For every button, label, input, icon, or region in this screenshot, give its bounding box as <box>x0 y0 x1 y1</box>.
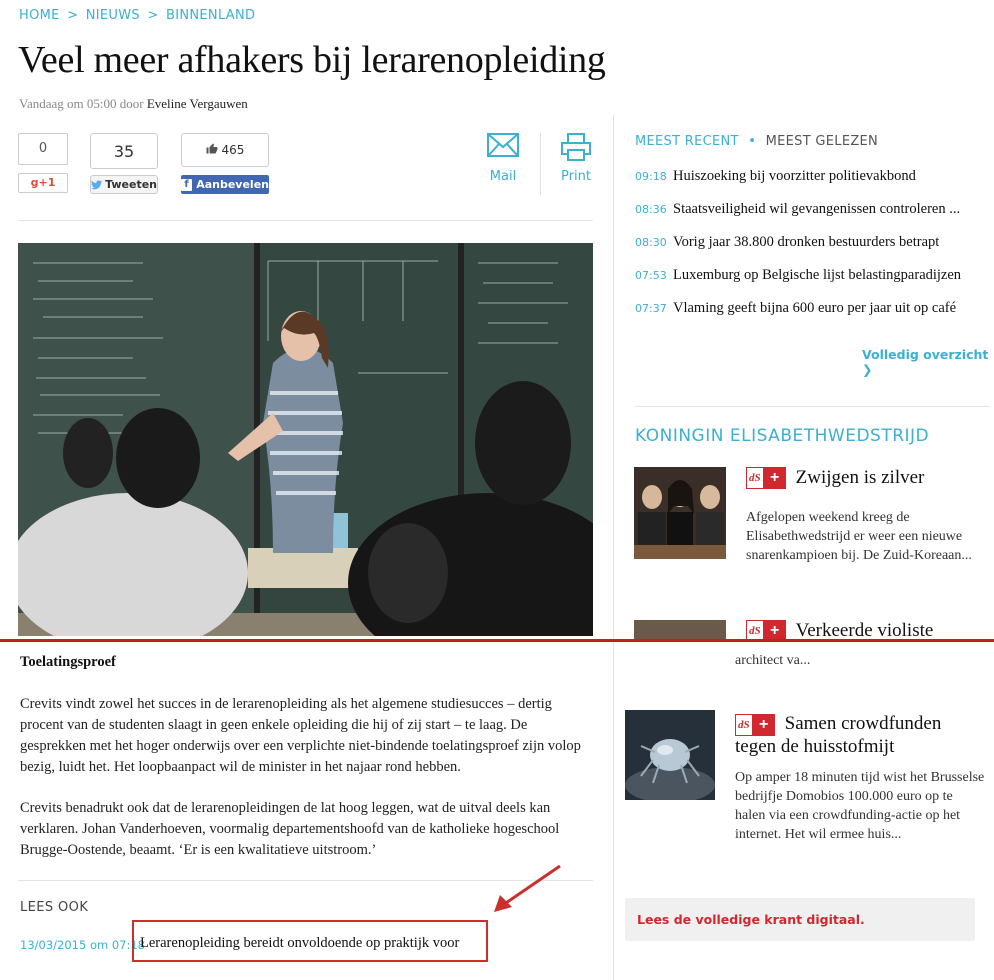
recent-time: 07:37 <box>635 302 667 315</box>
tab-meest-recent[interactable]: MEEST RECENT <box>635 134 739 149</box>
ds-logo: dS <box>746 620 764 639</box>
lees-ook-link[interactable]: Lerarenopleiding bereidt onvoldoende op … <box>132 920 488 962</box>
digital-newspaper-link[interactable]: Lees de volledige krant digitaal. <box>625 898 975 941</box>
tab-separator: • <box>748 134 757 149</box>
mail-button[interactable]: Mail <box>487 133 519 184</box>
share-divider-line <box>18 220 593 221</box>
list-item[interactable]: 09:18 Huiszoeking bij voorzitter politie… <box>635 168 990 201</box>
plus-icon: + <box>763 620 786 639</box>
card-thumbnail[interactable] <box>634 620 726 639</box>
full-overview-link[interactable]: Volledig overzicht ❯ <box>862 347 994 377</box>
mail-icon <box>487 133 519 157</box>
recent-title: Huiszoeking bij voorzitter politievakbon… <box>673 168 916 184</box>
sidebar-divider <box>635 406 990 407</box>
sidebar-tabs: MEEST RECENT • MEEST GELEZEN <box>635 134 878 149</box>
like-count: 465 <box>181 133 269 167</box>
tweet-widget: 35 Tweeten <box>90 133 158 194</box>
mail-label: Mail <box>489 169 517 184</box>
like-icon <box>206 143 218 154</box>
byline: Vandaag om 05:00 door Eveline Vergauwen <box>19 96 248 112</box>
card-text: architect va... <box>735 653 811 668</box>
column-divider <box>613 115 614 980</box>
tweet-count: 35 <box>90 133 158 169</box>
byline-author[interactable]: Eveline Vergauwen <box>147 96 248 111</box>
musicians-thumbnail <box>634 467 726 559</box>
list-item[interactable]: 08:30 Vorig jaar 38.800 dronken bestuurd… <box>635 234 990 267</box>
article-photo <box>18 243 593 636</box>
lees-ook-date: 13/03/2015 om 07:18 <box>20 938 145 952</box>
card-header[interactable]: dS + Zwijgen is zilver <box>746 467 924 489</box>
ds-logo: dS <box>735 714 753 737</box>
article-paragraph: Crevits benadrukt ook dat de lerarenople… <box>20 800 560 858</box>
recent-time: 08:30 <box>635 236 667 249</box>
print-icon <box>561 133 591 161</box>
card-title: Zwijgen is zilver <box>795 467 925 488</box>
dust-mite-thumbnail <box>625 710 715 800</box>
recent-title: Vlaming geeft bijna 600 euro per jaar ui… <box>673 300 957 316</box>
tab-meest-gelezen[interactable]: MEEST GELEZEN <box>766 134 878 149</box>
list-item[interactable]: 07:53 Luxemburg op Belgische lijst belas… <box>635 267 990 300</box>
list-item[interactable]: 08:36 Staatsveiligheid wil gevangenissen… <box>635 201 990 234</box>
annotation-arrow <box>494 864 561 912</box>
ds-plus-badge: dS + <box>735 714 775 737</box>
breadcrumb-separator: > <box>147 8 159 23</box>
card-header[interactable]: dS + Verkeerde violiste <box>746 620 933 639</box>
list-item[interactable]: 07:37 Vlaming geeft bijna 600 euro per j… <box>635 300 990 333</box>
breadcrumb-separator: > <box>67 8 79 23</box>
recent-title: Vorig jaar 38.800 dronken bestuurders be… <box>673 234 940 250</box>
lees-ook-label: LEES OOK <box>20 900 89 915</box>
ds-plus-badge: dS + <box>746 467 786 489</box>
breadcrumb-binnenland[interactable]: BINNENLAND <box>166 8 255 23</box>
breadcrumb: HOME > NIEUWS > BINNENLAND <box>19 8 255 23</box>
article-subhead: Toelatingsproef <box>20 654 116 670</box>
card-text: Op amper 18 minuten tijd wist het Brusse… <box>735 770 985 842</box>
splice-line <box>0 639 994 642</box>
twitter-icon <box>91 179 103 189</box>
gplus-widget: 0 g+1 <box>18 133 68 193</box>
gplus-count: 0 <box>18 133 68 165</box>
section-title: KONINGIN ELISABETHWEDSTRIJD <box>635 426 930 446</box>
facebook-widget: 465 f Aanbevelen <box>181 133 269 194</box>
recent-list: 09:18 Huiszoeking bij voorzitter politie… <box>635 168 990 333</box>
breadcrumb-home[interactable]: HOME <box>19 8 60 23</box>
like-count-value: 465 <box>221 143 245 157</box>
card-header[interactable]: dS + Samen crowdfunden tegen de huisstofm… <box>735 713 985 758</box>
card-thumbnail[interactable] <box>634 467 726 559</box>
gplus-button[interactable]: g+1 <box>18 173 68 193</box>
tweet-label: Tweeten <box>105 178 157 191</box>
facebook-icon: f <box>181 178 193 191</box>
ds-logo: dS <box>746 467 764 489</box>
facebook-like-button[interactable]: f Aanbevelen <box>181 175 269 194</box>
recent-title: Luxemburg op Belgische lijst belastingpa… <box>673 267 962 283</box>
article-title: Veel meer afhakers bij lerarenopleiding <box>18 39 606 81</box>
classroom-illustration <box>18 243 593 636</box>
print-button[interactable]: Print <box>560 133 592 184</box>
breadcrumb-nieuws[interactable]: NIEUWS <box>86 8 140 23</box>
plus-icon: + <box>752 714 775 737</box>
recent-time: 09:18 <box>635 170 667 183</box>
byline-date: Vandaag om 05:00 door <box>19 96 144 111</box>
tweet-button[interactable]: Tweeten <box>90 175 158 194</box>
card-text: Afgelopen weekend kreeg de Elisabethweds… <box>746 510 972 563</box>
article-paragraph: Crevits vindt zowel het succes in de ler… <box>20 696 581 775</box>
facebook-like-label: Aanbevelen <box>196 178 269 191</box>
recent-title: Staatsveiligheid wil gevangenissen contr… <box>673 201 961 217</box>
print-label: Print <box>561 169 591 184</box>
card-title: Verkeerde violiste <box>795 620 934 639</box>
share-divider <box>540 133 541 195</box>
plus-icon: + <box>763 467 786 489</box>
ds-plus-badge: dS + <box>746 620 786 639</box>
card-thumbnail[interactable] <box>625 710 715 800</box>
recent-time: 07:53 <box>635 269 667 282</box>
recent-time: 08:36 <box>635 203 667 216</box>
